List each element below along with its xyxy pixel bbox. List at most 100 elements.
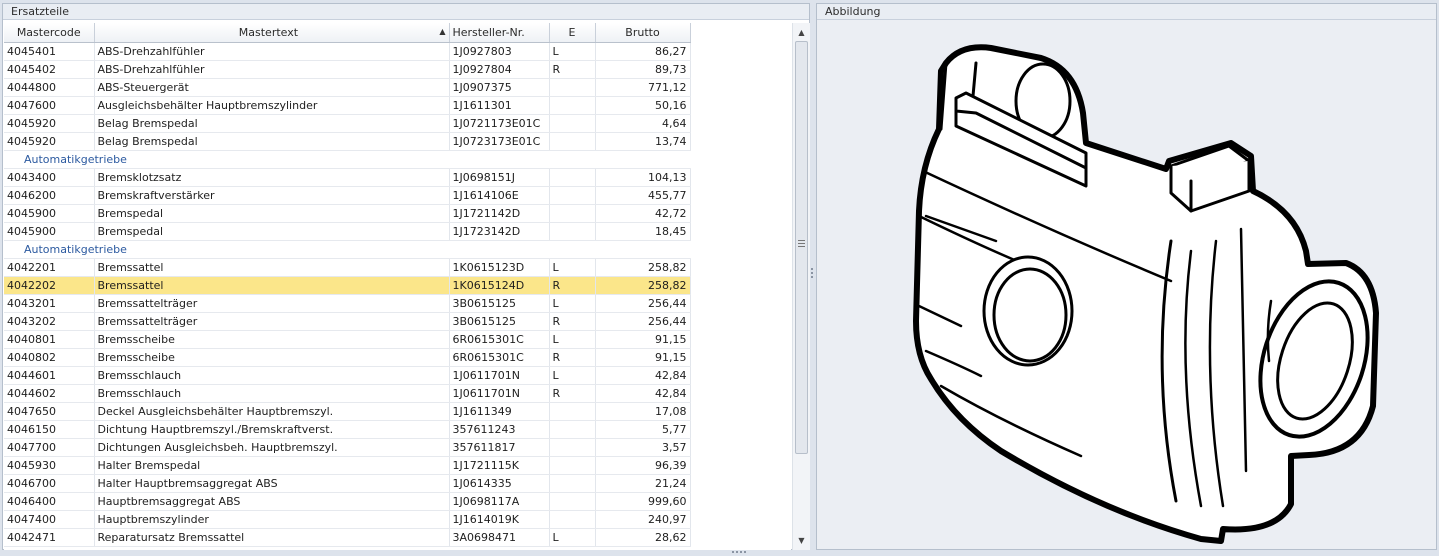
cell-brutto: 17,08	[595, 402, 691, 421]
cell-mastertext: Bremssattel	[94, 258, 450, 277]
cell-e	[549, 456, 596, 475]
table-row[interactable]: 4042201 Bremssattel 1K0615123D L 258,82	[4, 258, 691, 277]
cell-hersteller-nr: 1J0614335	[449, 474, 550, 493]
cell-e	[549, 474, 596, 493]
cell-mastertext: Bremspedal	[94, 204, 450, 223]
table-row[interactable]: 4045401 ABS-Drehzahlfühler 1J0927803 L 86,27	[4, 42, 691, 61]
table-row[interactable]: 4045920 Belag Bremspedal 1J0723173E01C 13,7…	[4, 132, 691, 151]
table-row[interactable]: 4042202 Bremssattel 1K0615124D R 258,82	[4, 276, 691, 295]
cell-hersteller-nr: 6R0615301C	[449, 348, 550, 367]
cell-brutto: 5,77	[595, 420, 691, 439]
sort-ascending-icon: ▲	[439, 26, 446, 36]
group-header-row[interactable]: Automatikgetriebe	[4, 240, 690, 259]
cell-e: L	[549, 42, 596, 61]
column-header-hersteller-nr[interactable]: Hersteller-Nr.	[449, 23, 550, 43]
cell-mastercode: 4047600	[4, 96, 95, 115]
vertical-splitter-handle[interactable]	[811, 268, 814, 282]
table-row[interactable]: 4044602 Bremsschlauch 1J0611701N R 42,84	[4, 384, 691, 403]
cell-brutto: 89,73	[595, 60, 691, 79]
table-row[interactable]: 4046200 Bremskraftverstärker 1J1614106E 455…	[4, 186, 691, 205]
cell-brutto: 96,39	[595, 456, 691, 475]
table-row[interactable]: 4044800 ABS-Steuergerät 1J0907375 771,12	[4, 78, 691, 97]
cell-e	[549, 186, 596, 205]
cell-hersteller-nr: 3A0698471	[449, 528, 550, 547]
parts-grid: Mastercode ▲ Mastertext Hersteller-Nr. E …	[4, 23, 791, 550]
table-row[interactable]: 4045900 Bremspedal 1J1721142D 42,72	[4, 204, 691, 223]
column-header-mastercode[interactable]: Mastercode	[4, 23, 95, 43]
cell-hersteller-nr: 1J0698117A	[449, 492, 550, 511]
cell-brutto: 256,44	[595, 312, 691, 331]
cell-mastercode: 4047700	[4, 438, 95, 457]
scroll-up-icon[interactable]: ▲	[793, 25, 810, 41]
cell-mastercode: 4040802	[4, 348, 95, 367]
table-row[interactable]: 4045930 Halter Bremspedal 1J1721115K 96,39	[4, 456, 691, 475]
cell-hersteller-nr: 1J1614106E	[449, 186, 550, 205]
abbildung-panel: Abbildung	[816, 3, 1437, 550]
cell-e	[549, 420, 596, 439]
table-row[interactable]: 4047400 Hauptbremszylinder 1J1614019K 240,9…	[4, 510, 691, 529]
cell-e	[549, 438, 596, 457]
cell-hersteller-nr: 1J1614019K	[449, 510, 550, 529]
column-header-brutto[interactable]: Brutto	[595, 23, 691, 43]
table-row[interactable]: 4047700 Dichtungen Ausgleichsbeh. Hauptbr…	[4, 438, 691, 457]
table-row[interactable]: 4047650 Deckel Ausgleichsbehälter Hauptbr…	[4, 402, 691, 421]
cell-mastercode: 4045401	[4, 42, 95, 61]
cell-brutto: 50,16	[595, 96, 691, 115]
cell-mastercode: 4045402	[4, 60, 95, 79]
table-row[interactable]: 4047600 Ausgleichsbehälter Hauptbremszyli…	[4, 96, 691, 115]
cell-brutto: 258,82	[595, 258, 691, 277]
cell-mastertext: ABS-Steuergerät	[94, 78, 450, 97]
table-row[interactable]: 4040801 Bremsscheibe 6R0615301C L 91,15	[4, 330, 691, 349]
cell-mastercode: 4045900	[4, 222, 95, 241]
cell-brutto: 42,72	[595, 204, 691, 223]
cell-mastertext: Halter Hauptbremsaggregat ABS	[94, 474, 450, 493]
vertical-scrollbar[interactable]: ▲ ▼	[792, 23, 810, 550]
cell-e	[549, 96, 596, 115]
cell-brutto: 240,97	[595, 510, 691, 529]
cell-mastertext: Deckel Ausgleichsbehälter Hauptbremszyl.	[94, 402, 450, 421]
cell-e: L	[549, 258, 596, 277]
table-row[interactable]: 4043400 Bremsklotzsatz 1J0698151J 104,13	[4, 168, 691, 187]
column-header-mastertext[interactable]: ▲ Mastertext	[94, 23, 450, 43]
cell-mastertext: ABS-Drehzahlfühler	[94, 60, 450, 79]
cell-e	[549, 168, 596, 187]
cell-hersteller-nr: 3B0615125	[449, 294, 550, 313]
horizontal-splitter-handle[interactable]	[732, 551, 748, 554]
table-row[interactable]: 4040802 Bremsscheibe 6R0615301C R 91,15	[4, 348, 691, 367]
cell-brutto: 86,27	[595, 42, 691, 61]
table-row[interactable]: 4046150 Dichtung Hauptbremszyl./Bremskraf…	[4, 420, 691, 439]
cell-hersteller-nr: 1K0615123D	[449, 258, 550, 277]
table-row[interactable]: 4043202 Bremssattelträger 3B0615125 R 256,44	[4, 312, 691, 331]
scrollbar-thumb[interactable]	[795, 41, 808, 454]
cell-brutto: 256,44	[595, 294, 691, 313]
table-row[interactable]: 4045900 Bremspedal 1J1723142D 18,45	[4, 222, 691, 241]
table-row[interactable]: 4045402 ABS-Drehzahlfühler 1J0927804 R 89,73	[4, 60, 691, 79]
cell-mastercode: 4047650	[4, 402, 95, 421]
cell-e: L	[549, 528, 596, 547]
cell-hersteller-nr: 1J0611701N	[449, 366, 550, 385]
cell-hersteller-nr: 357611243	[449, 420, 550, 439]
table-row[interactable]: 4044601 Bremsschlauch 1J0611701N L 42,84	[4, 366, 691, 385]
ersatzteile-panel-title: Ersatzteile	[3, 4, 809, 20]
cell-mastercode: 4047400	[4, 510, 95, 529]
table-row[interactable]: 4046700 Halter Hauptbremsaggregat ABS 1J06…	[4, 474, 691, 493]
cell-brutto: 3,57	[595, 438, 691, 457]
scroll-down-icon[interactable]: ▼	[793, 533, 810, 549]
cell-mastertext: Reparatursatz Bremssattel	[94, 528, 450, 547]
cell-brutto: 13,74	[595, 132, 691, 151]
group-header-row[interactable]: Automatikgetriebe	[4, 150, 690, 169]
table-row[interactable]: 4042471 Reparatursatz Bremssattel 3A069847…	[4, 528, 691, 547]
cell-mastercode: 4044800	[4, 78, 95, 97]
column-header-e[interactable]: E	[549, 23, 596, 43]
table-row[interactable]: 4043201 Bremssattelträger 3B0615125 L 256,44	[4, 294, 691, 313]
cell-brutto: 18,45	[595, 222, 691, 241]
cell-mastertext: Bremssattelträger	[94, 312, 450, 331]
cell-mastertext: Bremsschlauch	[94, 366, 450, 385]
table-row[interactable]: 4046400 Hauptbremsaggregat ABS 1J0698117A 9…	[4, 492, 691, 511]
cell-mastertext: Ausgleichsbehälter Hauptbremszylinder	[94, 96, 450, 115]
cell-brutto: 258,82	[595, 276, 691, 295]
cell-brutto: 999,60	[595, 492, 691, 511]
cell-brutto: 455,77	[595, 186, 691, 205]
table-row[interactable]: 4045920 Belag Bremspedal 1J0721173E01C 4,64	[4, 114, 691, 133]
cell-mastercode: 4040801	[4, 330, 95, 349]
